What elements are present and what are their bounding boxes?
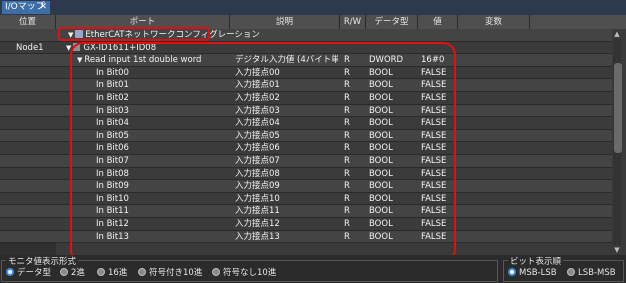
radio-signed-decimal[interactable]: 符号付き10進 — [138, 267, 202, 279]
bit-variable[interactable] — [460, 67, 530, 79]
radio-unselected-icon — [60, 268, 68, 276]
vertical-scrollbar[interactable]: ▲ ▼ — [612, 29, 622, 255]
tab-bar: I/Oマップ ✕ — [0, 0, 626, 15]
scroll-thumb[interactable] — [614, 63, 622, 153]
radio-label: 符号付き10進 — [149, 268, 203, 278]
highlight-box-network — [58, 27, 210, 41]
bit-variable[interactable] — [460, 168, 530, 180]
bit-variable[interactable] — [460, 130, 530, 142]
header-spare — [530, 15, 612, 29]
bit-variable[interactable] — [460, 218, 530, 230]
bit-variable[interactable] — [460, 231, 530, 243]
scroll-track[interactable] — [613, 39, 622, 245]
highlight-box-rows — [70, 42, 456, 263]
radio-label: MSB-LSB — [519, 268, 557, 278]
radio-unselected-icon — [138, 268, 146, 276]
header-rw[interactable]: R/W — [340, 15, 366, 29]
bit-variable[interactable] — [460, 92, 530, 104]
radio-label: 符号なし10進 — [223, 268, 277, 278]
monitor-format-title: モニタ値表示形式 — [6, 255, 79, 267]
bit-variable[interactable] — [460, 142, 530, 154]
bit-variable[interactable] — [460, 79, 530, 91]
radio-unselected-icon — [567, 268, 575, 276]
radio-msb-lsb[interactable]: MSB-LSB — [508, 267, 557, 279]
bit-variable[interactable] — [460, 117, 530, 129]
bit-order-title: ビット表示順 — [508, 255, 564, 267]
bit-variable[interactable] — [460, 155, 530, 167]
radio-unselected-icon — [97, 268, 105, 276]
header-value[interactable]: 値 — [418, 15, 458, 29]
bit-variable[interactable] — [460, 193, 530, 205]
radio-selected-icon — [6, 268, 14, 276]
header-description[interactable]: 説明 — [230, 15, 340, 29]
radio-data-type[interactable]: データ型 — [6, 267, 51, 279]
radio-hex[interactable]: 16進 — [97, 267, 127, 279]
radio-label: 2進 — [71, 268, 85, 278]
radio-label: データ型 — [17, 268, 52, 278]
scroll-down-arrow-icon[interactable]: ▼ — [612, 245, 622, 255]
bit-variable[interactable] — [460, 205, 530, 217]
display-options-area: モニタ値表示形式 データ型 2進 16進 符号付き10進 符号なし10進 ビット… — [0, 255, 626, 283]
bit-variable[interactable] — [460, 180, 530, 192]
bit-variable[interactable] — [460, 105, 530, 117]
radio-unselected-icon — [212, 268, 220, 276]
scroll-up-arrow-icon[interactable]: ▲ — [612, 29, 622, 39]
tab-io-map[interactable]: I/Oマップ ✕ — [2, 1, 50, 14]
header-position[interactable]: 位置 — [0, 15, 56, 29]
radio-label: 16進 — [108, 268, 128, 278]
radio-binary[interactable]: 2進 — [60, 267, 85, 279]
node-position: Node1 — [16, 42, 44, 53]
radio-unsigned-decimal[interactable]: 符号なし10進 — [212, 267, 276, 279]
radio-selected-icon — [508, 268, 516, 276]
header-variable[interactable]: 変数 — [458, 15, 530, 29]
radio-label: LSB-MSB — [578, 268, 616, 278]
header-data-type[interactable]: データ型 — [366, 15, 418, 29]
radio-lsb-msb[interactable]: LSB-MSB — [567, 267, 616, 279]
close-icon[interactable]: ✕ — [39, 1, 47, 14]
